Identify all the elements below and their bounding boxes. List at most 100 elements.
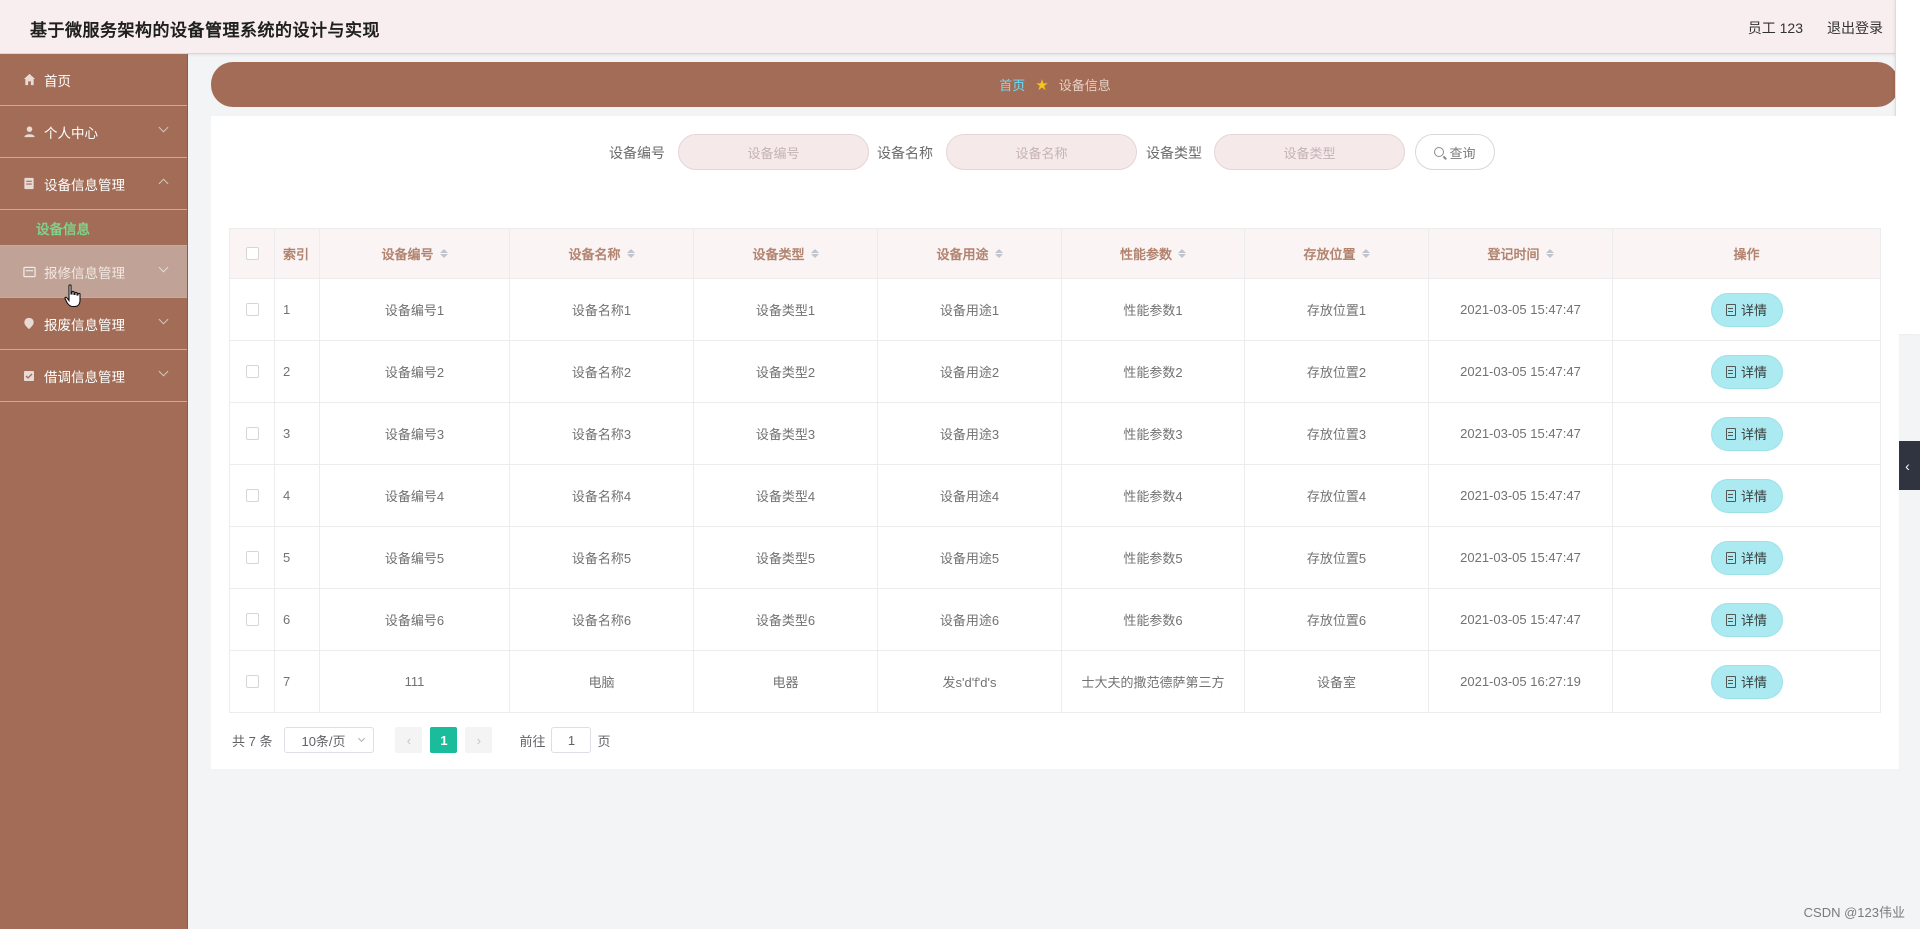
search-button[interactable]: 查询 [1415, 134, 1495, 170]
device-no-input[interactable]: 设备编号 [678, 134, 869, 170]
row-select-cell [229, 403, 275, 464]
document-icon [1725, 427, 1736, 440]
cell-device-no: 设备编号3 [320, 403, 510, 464]
search-label-device-no: 设备编号 [609, 145, 665, 161]
detail-button[interactable]: 详情 [1710, 540, 1783, 575]
header-performance[interactable]: 性能参数 [1062, 229, 1245, 278]
watermark: CSDN @123伟业 [1803, 905, 1905, 920]
cell-device-usage: 设备用途2 [878, 341, 1062, 402]
cell-device-type: 设备类型6 [694, 589, 878, 650]
row-checkbox[interactable] [245, 303, 259, 316]
device-table: 索引 设备编号 设备名称 设备类型 设备用途 性能参数 存放位置 登记时间 操作… [229, 228, 1881, 713]
select-all-checkbox[interactable] [245, 247, 259, 260]
detail-button-label: 详情 [1740, 675, 1767, 690]
cell-device-name: 设备名称1 [510, 279, 694, 340]
app-title: 基于微服务架构的设备管理系统的设计与实现 [30, 21, 380, 40]
document-icon [1725, 613, 1736, 626]
cell-device-no: 设备编号4 [320, 465, 510, 526]
cell-device-name: 电脑 [510, 651, 694, 712]
star-icon: ★ [1035, 76, 1049, 94]
cell-location: 存放位置4 [1245, 465, 1429, 526]
document-icon [1725, 303, 1736, 316]
table-header-row: 索引 设备编号 设备名称 设备类型 设备用途 性能参数 存放位置 登记时间 操作 [229, 228, 1881, 279]
row-select-cell [229, 465, 275, 526]
header-location[interactable]: 存放位置 [1245, 229, 1429, 278]
header-device-name[interactable]: 设备名称 [510, 229, 694, 278]
cell-device-type: 设备类型3 [694, 403, 878, 464]
table-row: 7 111 电脑 电器 发s'd'f'd's 士大夫的撒范德萨第三方 设备室 2021-03-… [229, 651, 1881, 713]
cell-device-usage: 设备用途3 [878, 403, 1062, 464]
detail-button[interactable]: 详情 [1710, 416, 1783, 451]
detail-button-label: 详情 [1740, 613, 1767, 628]
sidebar-subitem-device-info[interactable]: 设备信息 [0, 210, 187, 246]
device-type-input[interactable]: 设备类型 [1214, 134, 1405, 170]
sidebar-item-label: 个人中心 [44, 125, 98, 141]
sidebar-item-label: 设备信息管理 [44, 177, 125, 193]
breadcrumb-home[interactable]: 首页 [999, 75, 1025, 94]
device-name-input[interactable]: 设备名称 [946, 134, 1137, 170]
cell-device-type: 电器 [694, 651, 878, 712]
cell-actions: 详情 [1613, 527, 1881, 588]
header-device-type[interactable]: 设备类型 [694, 229, 878, 278]
row-checkbox[interactable] [245, 613, 259, 626]
logout-link[interactable]: 退出登录 [1827, 18, 1883, 38]
goto-page-input[interactable]: 1 [551, 727, 592, 753]
page-number-active[interactable]: 1 [430, 727, 458, 753]
sidebar-item-home[interactable]: 首页 [0, 54, 187, 106]
cell-performance: 性能参数2 [1062, 341, 1245, 402]
table-row: 5 设备编号5 设备名称5 设备类型5 设备用途5 性能参数5 存放位置5 2021-03-0… [229, 527, 1881, 589]
row-checkbox[interactable] [245, 365, 259, 378]
sidebar-item-label: 报废信息管理 [44, 317, 125, 333]
cell-performance: 士大夫的撒范德萨第三方 [1062, 651, 1245, 712]
page-size-select[interactable]: 10条/页 [284, 727, 375, 753]
detail-button[interactable]: 详情 [1710, 354, 1783, 389]
cell-actions: 详情 [1613, 589, 1881, 650]
sidebar-item-repair-management[interactable]: 报修信息管理 [0, 246, 187, 298]
detail-button[interactable]: 详情 [1710, 602, 1783, 637]
cell-device-type: 设备类型5 [694, 527, 878, 588]
table-row: 3 设备编号3 设备名称3 设备类型3 设备用途3 性能参数3 存放位置3 2021-03-0… [229, 403, 1881, 465]
table-row: 1 设备编号1 设备名称1 设备类型1 设备用途1 性能参数1 存放位置1 2021-03-0… [229, 279, 1881, 341]
row-checkbox[interactable] [245, 427, 259, 440]
loan-icon [22, 369, 36, 383]
chevron-down-icon [158, 262, 169, 273]
total-count: 共 7 条 [232, 733, 273, 749]
row-select-cell [229, 651, 275, 712]
row-checkbox[interactable] [245, 551, 259, 564]
detail-button-label: 详情 [1740, 303, 1767, 318]
select-all-cell [229, 229, 275, 278]
sidebar-item-scrap-management[interactable]: 报废信息管理 [0, 298, 187, 350]
cell-location: 存放位置6 [1245, 589, 1429, 650]
sidebar-item-label: 借调信息管理 [44, 369, 125, 385]
scrap-icon [22, 317, 36, 331]
cell-location: 存放位置1 [1245, 279, 1429, 340]
cell-device-name: 设备名称2 [510, 341, 694, 402]
table-body: 1 设备编号1 设备名称1 设备类型1 设备用途1 性能参数1 存放位置1 2021-03-0… [229, 279, 1881, 713]
document-icon [1725, 675, 1736, 688]
cell-index: 2 [275, 341, 320, 402]
sidebar-item-personal-center[interactable]: 个人中心 [0, 106, 187, 158]
row-checkbox[interactable] [245, 489, 259, 502]
detail-button[interactable]: 详情 [1710, 478, 1783, 513]
cell-index: 6 [275, 589, 320, 650]
header-device-no[interactable]: 设备编号 [320, 229, 510, 278]
sidebar-item-device-management[interactable]: 设备信息管理 [0, 158, 187, 210]
row-select-cell [229, 589, 275, 650]
search-button-label: 查询 [1449, 145, 1476, 161]
chevron-down-icon [358, 734, 366, 743]
header-register-time[interactable]: 登记时间 [1429, 229, 1613, 278]
prev-page-button[interactable]: ‹ [395, 727, 423, 753]
detail-button-label: 详情 [1740, 427, 1767, 442]
cell-register-time: 2021-03-05 15:47:47 [1429, 465, 1613, 526]
sort-icon [1178, 249, 1186, 258]
sidebar-item-loan-management[interactable]: 借调信息管理 [0, 350, 187, 402]
detail-button[interactable]: 详情 [1710, 292, 1783, 327]
cell-performance: 性能参数5 [1062, 527, 1245, 588]
row-checkbox[interactable] [245, 675, 259, 688]
detail-button[interactable]: 详情 [1710, 664, 1783, 699]
next-page-button[interactable]: › [465, 727, 493, 753]
row-select-cell [229, 341, 275, 402]
header-device-usage[interactable]: 设备用途 [878, 229, 1062, 278]
cell-register-time: 2021-03-05 16:27:19 [1429, 651, 1613, 712]
search-label-device-name: 设备名称 [877, 145, 933, 161]
